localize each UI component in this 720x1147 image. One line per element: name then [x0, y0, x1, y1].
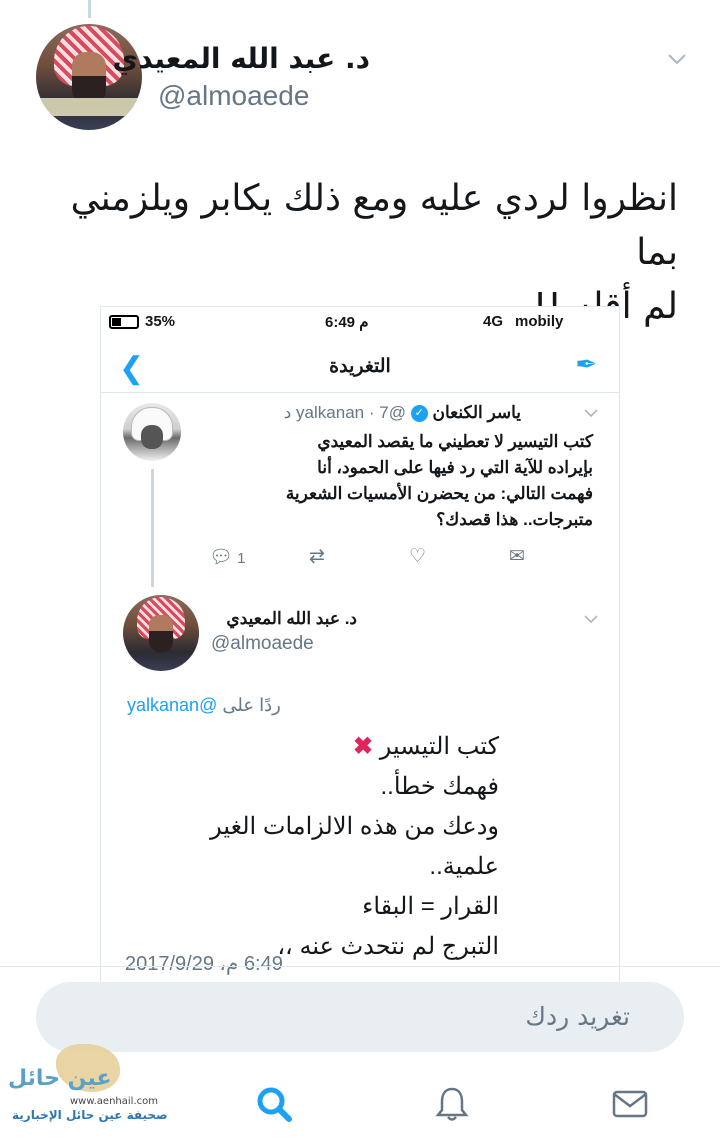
reply-icon: 💬︎ 1 — [209, 547, 246, 568]
quoted-chevron-down-icon — [584, 409, 598, 418]
quoted-line: كتب التيسير لا تعطيني ما يقصد المعيدي — [317, 432, 593, 451]
status-time: 6:49 م — [325, 314, 369, 331]
reply-author-name: د. عبد الله المعيدي — [226, 609, 357, 628]
replying-mention: @yalkanan — [127, 695, 218, 715]
notifications-bell-icon[interactable] — [432, 1084, 472, 1124]
quoted-name: ياسر الكنعان — [432, 403, 521, 422]
quoted-meta: ياسر الكنعان ✓ @yalkanan · 7 د — [283, 403, 521, 423]
messages-envelope-icon[interactable] — [610, 1084, 650, 1124]
reply-line: كتب التيسير ✖ — [352, 733, 499, 760]
x-mark-icon: ✖ — [352, 733, 374, 760]
network-type: 4G — [483, 313, 504, 330]
divider — [0, 966, 720, 967]
quoted-text: كتب التيسير لا تعطيني ما يقصد المعيدي بإ… — [193, 429, 593, 533]
reply-author-handle: @almoaede — [211, 633, 314, 654]
reply-date: 6:49 م، 2017/9/29 — [125, 953, 283, 975]
reply-chevron-down-icon — [584, 615, 598, 624]
reply-count: 1 — [237, 550, 246, 567]
quoted-handle: @yalkanan — [296, 403, 406, 422]
reply-line: فهمك خطأ.. — [380, 773, 499, 800]
retweet-icon: ⇄ — [309, 546, 325, 567]
reply-avatar — [123, 595, 199, 671]
compose-icon: ✒ — [575, 349, 597, 379]
battery-icon — [109, 315, 139, 329]
chevron-down-icon[interactable] — [666, 48, 688, 70]
quoted-actions: 💬︎ 1 ⇄ ♡ ✉ — [209, 545, 539, 575]
avatar-caption-bar — [36, 98, 142, 116]
watermark-site: www.aenhail.com — [70, 1096, 158, 1107]
verified-icon: ✓ — [410, 405, 428, 423]
nav-bar: ❮ التغريدة ✒ — [101, 337, 619, 393]
author-handle[interactable]: @almoaede — [158, 80, 309, 112]
author-name[interactable]: د. عبد الله المعيدي — [113, 42, 370, 75]
quoted-thread-line — [151, 469, 154, 587]
replying-prefix: ردًا على — [222, 695, 281, 715]
quoted-line: بإيراده للآية التي رد فيها على الحمود، أ… — [317, 458, 593, 477]
watermark-logo: عين حائل www.aenhail.com صحيفة عين حائل … — [8, 1040, 168, 1130]
battery-percent: 35% — [145, 313, 176, 330]
quoted-line: فهمت التالي: من يحضرن الأمسيات الشعرية — [285, 484, 593, 503]
status-bar: 35% 6:49 م 4G mobily — [101, 307, 619, 337]
quoted-avatar — [123, 403, 181, 461]
watermark-title: عين حائل — [8, 1066, 112, 1091]
attached-screenshot[interactable]: 35% 6:49 م 4G mobily ❮ التغريدة ✒ ياسر ا… — [100, 306, 620, 986]
nav-title: التغريدة — [329, 356, 391, 377]
reply-body: كتب التيسير ✖ فهمك خطأ.. ودعك من هذه الا… — [159, 727, 499, 967]
search-icon[interactable] — [254, 1084, 294, 1124]
tweet-text-line-1: انظروا لردي عليه ومع ذلك يكابر ويلزمني ب… — [70, 178, 678, 273]
thread-line — [88, 0, 91, 18]
reply-line: القرار = البقاء — [362, 893, 499, 920]
reply-line: ودعك من هذه الالزامات الغير علمية.. — [210, 813, 499, 880]
dm-icon: ✉ — [509, 546, 525, 567]
like-icon: ♡ — [409, 546, 427, 567]
watermark-subtitle: صحيفة عين حائل الإخبارية — [12, 1108, 168, 1122]
author-avatar[interactable] — [36, 24, 142, 130]
replying-to: ردًا على @yalkanan — [127, 695, 281, 716]
carrier-name: mobily — [515, 313, 564, 330]
quoted-line: متبرجات.. هذا قصدك؟ — [436, 510, 593, 529]
reply-placeholder: تغريد ردك — [525, 1002, 630, 1031]
